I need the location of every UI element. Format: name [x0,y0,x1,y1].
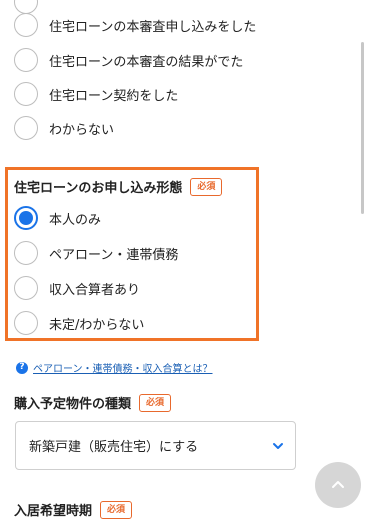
status-option[interactable]: わからない [14,113,114,143]
radio-button[interactable] [14,48,38,72]
option-label: 住宅ローン契約をした [49,88,179,104]
option-label: ペアローン・連帯債務 [49,247,179,263]
application-type-title: 住宅ローンのお申し込み形態 必須 [14,177,223,196]
radio-button[interactable] [14,116,38,140]
option-label: 住宅ローンの本審査の結果がでた [49,54,244,70]
section-title-text: 住宅ローンのお申し込み形態 [14,181,183,196]
option-label: 収入合算者あり [49,282,141,298]
radio-button[interactable] [14,241,38,265]
radio-button[interactable] [14,311,38,335]
move-in-title: 入居希望時期 必須 [14,500,133,519]
question-circle-icon: ? [16,361,28,374]
required-badge: 必須 [190,177,223,196]
property-type-title: 購入予定物件の種類 必須 [14,393,172,412]
status-option[interactable]: 住宅ローンの本審査申し込みをした [14,10,256,40]
radio-button[interactable] [14,13,38,37]
scroll-to-top-button[interactable] [315,462,361,508]
option-label: 本人のみ [49,212,102,228]
pair-loan-help-link[interactable]: ? ペアローン・連帯債務・収入合算とは？ [16,360,213,375]
help-link-text[interactable]: ペアローン・連帯債務・収入合算とは？ [33,360,213,375]
option-label: わからない [49,122,115,138]
radio-button[interactable] [14,82,38,106]
option-label: 未定/わからない [49,317,145,333]
chevron-up-icon [332,481,344,488]
required-badge: 必須 [139,393,172,412]
application-type-option[interactable]: 本人のみ [14,203,101,233]
status-option[interactable]: 住宅ローン契約をした [14,79,178,109]
radio-button[interactable] [14,276,38,300]
section-title-text: 入居希望時期 [14,504,93,519]
option-label: 住宅ローンの本審査申し込みをした [49,19,257,35]
chevron-down-icon [273,443,283,449]
application-type-option[interactable]: 収入合算者あり [14,273,140,303]
application-type-option[interactable]: ペアローン・連帯債務 [14,238,178,268]
property-type-select[interactable]: 新築戸建（販売住宅）にする [15,421,296,470]
scrollbar-thumb[interactable] [361,42,364,214]
section-title-text: 購入予定物件の種類 [14,397,132,412]
select-value: 新築戸建（販売住宅）にする [29,440,199,455]
required-badge: 必須 [100,500,133,519]
radio-button-selected[interactable] [14,206,38,230]
status-option[interactable]: 住宅ローンの本審査の結果がでた [14,45,243,75]
application-type-option[interactable]: 未定/わからない [14,308,144,338]
